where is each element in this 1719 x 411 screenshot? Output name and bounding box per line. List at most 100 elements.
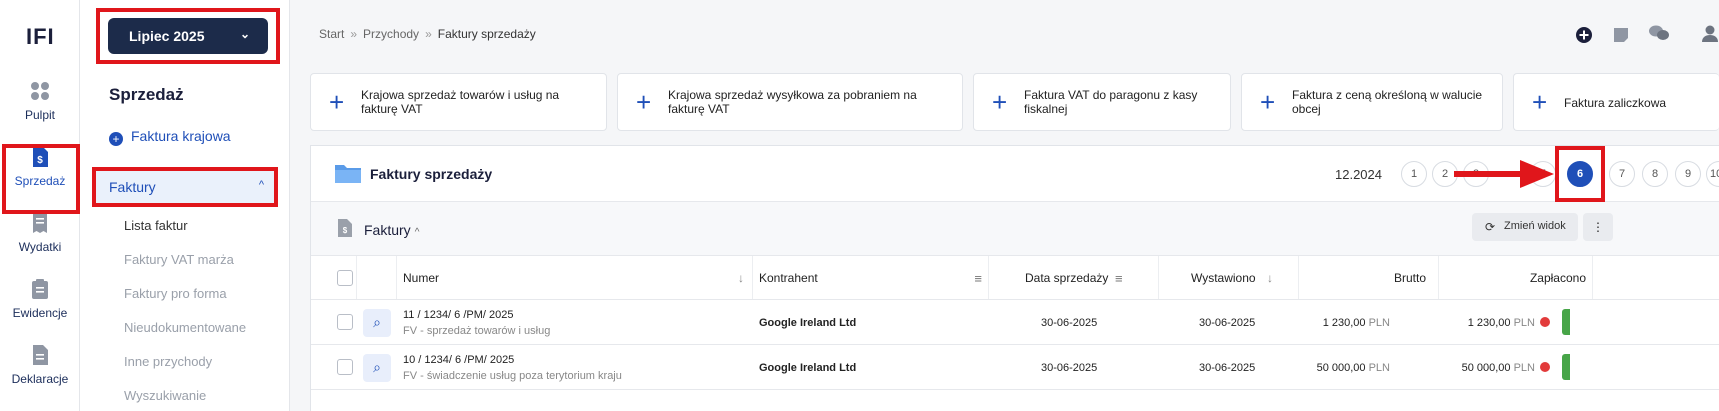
- rail-item-wydatki[interactable]: Wydatki: [0, 212, 80, 282]
- rail-label: Pulpit: [24, 108, 56, 122]
- invoices-subheader: $ Faktury ^ ⟳ Zmień widok ⋮: [311, 202, 1719, 256]
- breadcrumb-item-przychody[interactable]: Przychody: [363, 27, 419, 41]
- header-numer[interactable]: Numer ↓: [397, 256, 753, 299]
- table-row[interactable]: ⌕ 10 / 1234/ 6 /PM/ 2025 FV - świadczeni…: [311, 345, 1719, 390]
- header-wystawiono[interactable]: Wystawiono ↓: [1159, 256, 1299, 299]
- plus-icon: +: [636, 87, 652, 117]
- page-button-9[interactable]: 9: [1675, 161, 1701, 187]
- header-data-sprzedazy[interactable]: Data sprzedaży ≡: [989, 256, 1159, 299]
- new-invoice-label: Faktura krajowa: [131, 128, 231, 144]
- highlight-box-sprzedaz: [2, 144, 80, 214]
- breadcrumb-item-start[interactable]: Start: [319, 27, 344, 41]
- chevron-up-icon: ^: [258, 179, 264, 191]
- plus-icon: +: [992, 87, 1008, 117]
- invoices-collapse-toggle[interactable]: Faktury ^: [364, 222, 419, 238]
- header-zaplacono-label: Zapłacono: [1529, 271, 1586, 285]
- status-tab[interactable]: [1562, 309, 1570, 335]
- gross-value: 1 230,00: [1322, 317, 1366, 329]
- header-wystawiono-label: Wystawiono: [1191, 271, 1256, 285]
- more-options-button[interactable]: ⋮: [1583, 213, 1613, 241]
- sort-arrow-icon: ↓: [738, 271, 744, 285]
- row-checkbox[interactable]: [337, 314, 353, 330]
- breadcrumb-item-current: Faktury sprzedaży: [437, 27, 536, 41]
- page-button-8[interactable]: 8: [1642, 161, 1668, 187]
- app-logo[interactable]: IFI: [26, 24, 55, 50]
- currency: PLN: [1513, 362, 1535, 374]
- issue-date: 30-06-2025: [1199, 317, 1256, 329]
- chat-icon[interactable]: [1648, 24, 1670, 42]
- quick-action-label: Faktura VAT do paragonu z kasy fiskalnej: [1024, 88, 1198, 116]
- red-arrow-icon: [1454, 160, 1554, 188]
- highlight-box-page-6: [1555, 146, 1605, 202]
- quick-action-waluta-obca[interactable]: + Faktura z ceną określoną w walucie obc…: [1241, 73, 1503, 131]
- sidebar-subitem-inne-przychody[interactable]: Inne przychody: [124, 354, 212, 369]
- gross-amount: 1 230,00 PLN: [1323, 317, 1390, 329]
- preview-search-button[interactable]: ⌕: [363, 354, 391, 382]
- chevron-up-icon: ^: [414, 227, 420, 238]
- chevron-down-icon: ⌄: [239, 27, 250, 41]
- quick-action-label: Faktura zaliczkowa: [1564, 96, 1667, 110]
- table-row[interactable]: ⌕ 11 / 1234/ 6 /PM/ 2025 FV - sprzedaż t…: [311, 300, 1719, 345]
- header-zaplacono[interactable]: Zapłacono: [1439, 256, 1593, 299]
- sidebar-item-faktury[interactable]: Faktury ^: [96, 171, 274, 203]
- folder-icon: [335, 165, 361, 183]
- dashboard-icon: [31, 82, 49, 100]
- rail-item-pulpit[interactable]: Pulpit: [0, 80, 80, 150]
- contractor-name: Google Ireland Ltd: [759, 317, 857, 329]
- receipt-icon: [33, 213, 47, 233]
- page-button-10[interactable]: 10: [1706, 161, 1719, 187]
- quick-action-label: Faktura z ceną określoną w walucie obcej: [1292, 88, 1483, 116]
- page-button-1[interactable]: 1: [1401, 161, 1427, 187]
- row-checkbox[interactable]: [337, 359, 353, 375]
- breadcrumb-separator-icon: »: [425, 27, 432, 41]
- sidebar-subitem-nieudokumentowane[interactable]: Nieudokumentowane: [124, 320, 246, 335]
- user-avatar-icon[interactable]: [1700, 24, 1719, 42]
- rail-label: Deklaracje: [11, 372, 69, 386]
- sale-date: 30-06-2025: [1041, 362, 1098, 374]
- svg-text:$: $: [343, 226, 348, 235]
- sort-arrow-icon: ↓: [1267, 271, 1273, 285]
- quick-action-zaliczkowa[interactable]: + Faktura zaliczkowa: [1513, 73, 1719, 131]
- select-all-checkbox[interactable]: [337, 270, 353, 286]
- status-tab[interactable]: [1562, 354, 1570, 380]
- refresh-icon: ⟳: [1485, 220, 1496, 234]
- invoices-title: Faktury sprzedaży: [370, 166, 493, 182]
- contractor-name: Google Ireland Ltd: [759, 362, 857, 374]
- note-icon[interactable]: [1612, 26, 1630, 44]
- change-view-button[interactable]: ⟳ Zmień widok: [1472, 213, 1578, 241]
- invoice-type: FV - świadczenie usług poza terytorium k…: [403, 370, 622, 382]
- month-selector[interactable]: Lipiec 2025 ⌄: [108, 18, 268, 54]
- invoices-header: Faktury sprzedaży 12.2024 1 2 3 5 6 7 8 …: [311, 146, 1719, 202]
- invoice-type: FV - sprzedaż towarów i usług: [403, 325, 551, 337]
- gross-value: 50 000,00: [1316, 362, 1366, 374]
- quick-action-paragon[interactable]: + Faktura VAT do paragonu z kasy fiskaln…: [973, 73, 1231, 131]
- sidebar-subitem-lista-faktur[interactable]: Lista faktur: [124, 218, 188, 233]
- section-label: Faktury: [109, 179, 156, 195]
- rail-item-deklaracje[interactable]: Deklaracje: [0, 344, 80, 411]
- preview-search-button[interactable]: ⌕: [363, 309, 391, 337]
- quick-action-wysylkowa[interactable]: + Krajowa sprzedaż wysyłkowa za pobranie…: [617, 73, 963, 131]
- invoice-number[interactable]: 11 / 1234/ 6 /PM/ 2025: [403, 309, 513, 321]
- new-invoice-link[interactable]: + Faktura krajowa: [109, 128, 231, 146]
- sidebar-subitem-pro-forma[interactable]: Faktury pro forma: [124, 286, 227, 301]
- paid-value: 1 230,00: [1467, 317, 1511, 329]
- header-kontrahent-label: Kontrahent: [759, 271, 818, 285]
- invoices-panel: Faktury sprzedaży 12.2024 1 2 3 5 6 7 8 …: [310, 145, 1719, 411]
- header-kontrahent[interactable]: Kontrahent ≡: [753, 256, 989, 299]
- sidebar-subitem-vat-marza[interactable]: Faktury VAT marża: [124, 252, 234, 267]
- header-brutto[interactable]: Brutto: [1299, 256, 1439, 299]
- filter-lines-icon: ≡: [974, 271, 982, 286]
- page-button-7[interactable]: 7: [1609, 161, 1635, 187]
- table-row[interactable]: [311, 390, 1719, 411]
- rail-item-ewidencje[interactable]: Ewidencje: [0, 278, 80, 348]
- quick-action-krajowa-vat[interactable]: + Krajowa sprzedaż towarów i usług na fa…: [310, 73, 607, 131]
- header-numer-label: Numer: [403, 271, 440, 285]
- plus-icon: +: [329, 87, 345, 117]
- plus-icon: +: [1532, 87, 1548, 117]
- sidebar-subitem-wyszukiwanie[interactable]: Wyszukiwanie: [124, 388, 206, 403]
- status-dot-icon: [1540, 317, 1550, 327]
- currency: PLN: [1368, 317, 1390, 329]
- add-circle-icon[interactable]: [1575, 26, 1593, 44]
- rail-label: Ewidencje: [12, 306, 68, 320]
- invoice-number[interactable]: 10 / 1234/ 6 /PM/ 2025: [403, 354, 514, 366]
